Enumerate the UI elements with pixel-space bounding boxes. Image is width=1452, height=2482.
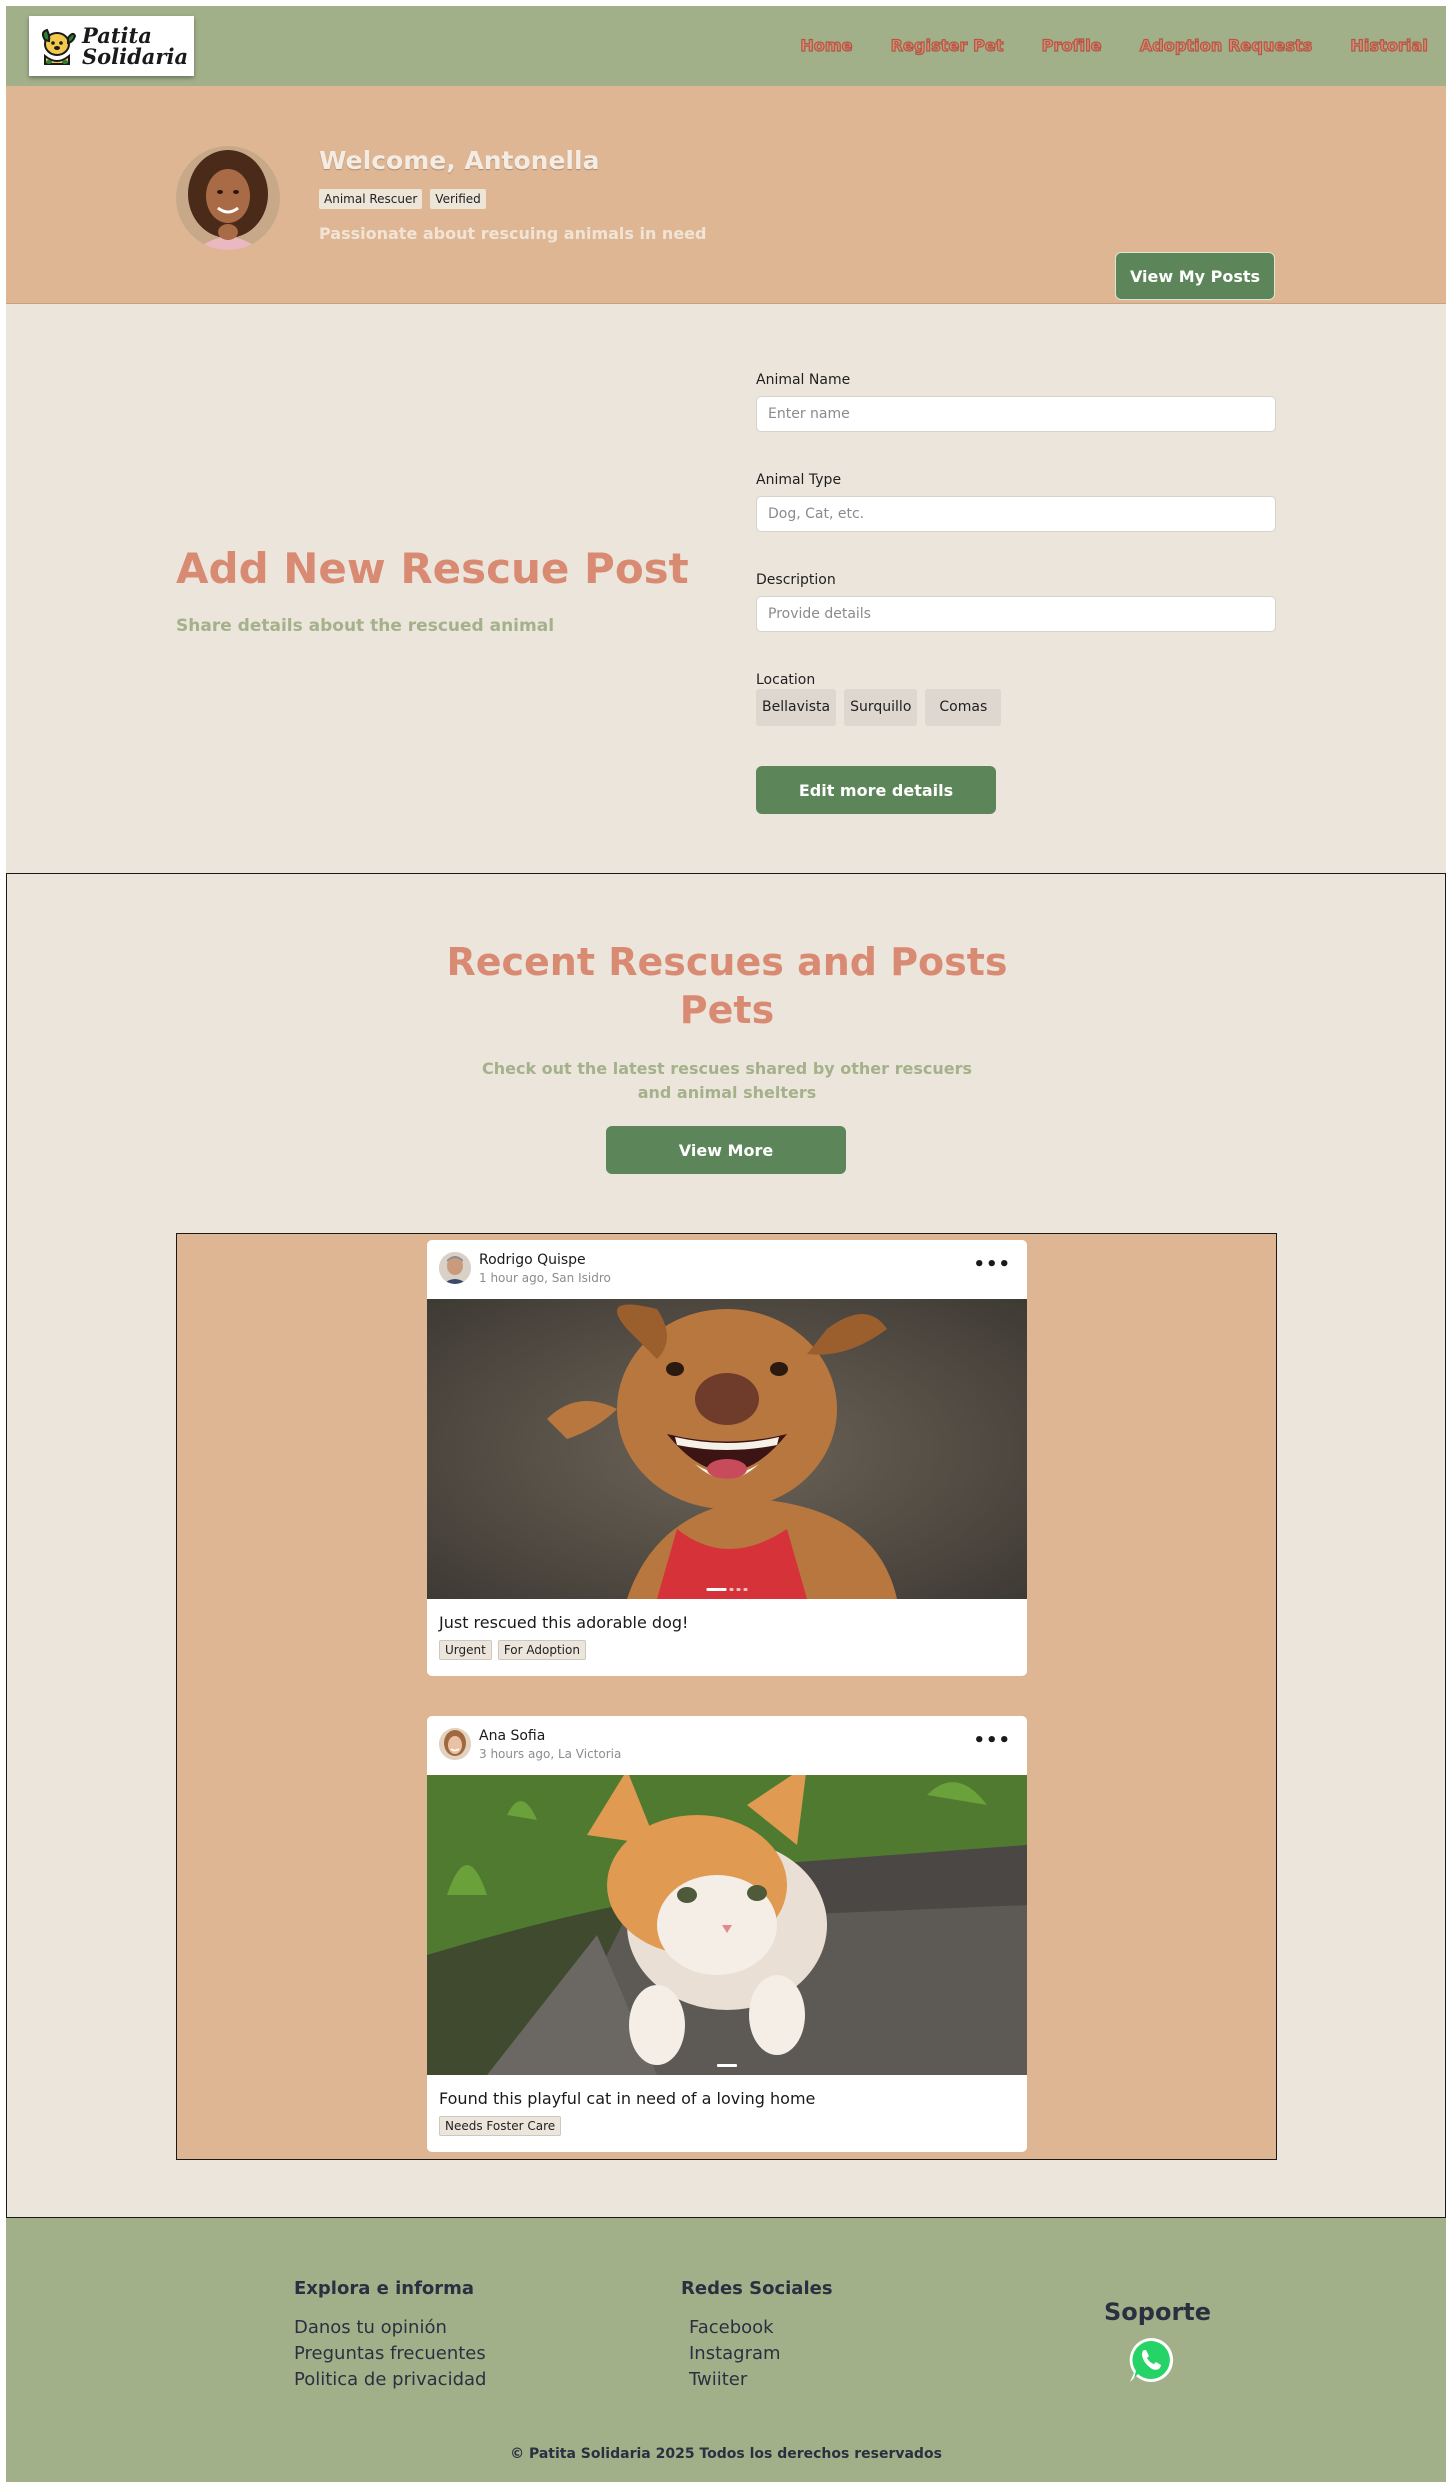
support-heading: Soporte [1104, 2298, 1212, 2326]
author-avatar[interactable] [439, 1728, 471, 1760]
carousel-dot[interactable] [736, 1588, 741, 1591]
location-label: Location [756, 672, 816, 688]
nav-adoption-requests-link[interactable]: Adoption Requests [1139, 35, 1313, 55]
post-card: Rodrigo Quispe 1 hour ago, San Isidro ••… [427, 1240, 1027, 1676]
post-tags: Urgent For Adoption [427, 1632, 1027, 1670]
recent-subtitle: Check out the latest rescues shared by o… [481, 1059, 973, 1102]
location-chip-surquillo[interactable]: Surquillo [844, 689, 918, 726]
brand-name-line2: Solidaria [82, 44, 189, 69]
page: Patita Solidaria Home Register Pet Profi… [6, 6, 1446, 2482]
view-more-button[interactable]: View More [606, 1126, 846, 1174]
recent-rescues-section: Recent Rescues and Posts Pets Check out … [6, 873, 1446, 2218]
post-meta: 1 hour ago, San Isidro [479, 1271, 611, 1285]
nav-historial-link[interactable]: Historial [1350, 35, 1429, 55]
brand-name-line1: Patita [82, 23, 152, 48]
whatsapp-icon[interactable] [1126, 2335, 1176, 2385]
footer-twitter-link[interactable]: Twiiter [681, 2367, 833, 2393]
carousel-dots[interactable] [717, 2064, 737, 2067]
verified-badge: Verified [430, 189, 486, 209]
dog-photo [427, 1299, 1027, 1599]
top-navbar: Patita Solidaria Home Register Pet Profi… [6, 6, 1446, 86]
footer-explore-heading: Explora e informa [294, 2278, 475, 2299]
post-image-dog[interactable] [427, 1299, 1027, 1599]
more-options-icon[interactable]: ••• [973, 1732, 1011, 1750]
brand-logo[interactable]: Patita Solidaria [29, 16, 194, 76]
nav-profile-link[interactable]: Profile [1041, 35, 1102, 55]
carousel-dot[interactable] [717, 2064, 737, 2067]
tag-for-adoption: For Adoption [497, 1640, 586, 1660]
nav-register-pet-link[interactable]: Register Pet [890, 35, 1004, 55]
role-badge: Animal Rescuer [319, 189, 423, 209]
animal-type-input[interactable] [756, 496, 1276, 532]
post-header: Ana Sofia 3 hours ago, La Victoria ••• [427, 1716, 1027, 1775]
post-author-name[interactable]: Rodrigo Quispe [479, 1252, 586, 1268]
footer-social-column: Redes Sociales Facebook Instagram Twiite… [681, 2278, 833, 2393]
brand-name: Patita Solidaria [82, 25, 188, 67]
post-caption: Found this playful cat in need of a lovi… [439, 2089, 816, 2108]
carousel-dot[interactable] [743, 1588, 748, 1591]
footer-explore-column: Explora e informa Danos tu opinión Pregu… [294, 2278, 486, 2393]
kitten-photo [427, 1775, 1027, 2075]
footer-facebook-link[interactable]: Facebook [681, 2315, 833, 2341]
dog-logo-icon [41, 28, 77, 65]
post-header: Rodrigo Quispe 1 hour ago, San Isidro ••… [427, 1240, 1027, 1299]
add-post-section: Add New Rescue Post Share details about … [6, 304, 1446, 873]
animal-name-input[interactable] [756, 396, 1276, 432]
nav-links: Home Register Pet Profile Adoption Reque… [800, 35, 1429, 55]
footer-social-heading: Redes Sociales [681, 2278, 833, 2299]
animal-type-label: Animal Type [756, 472, 842, 488]
user-badges: Animal Rescuer Verified [319, 189, 486, 209]
welcome-banner: Welcome, Antonella Animal Rescuer Verifi… [6, 86, 1446, 304]
add-post-subtitle: Share details about the rescued animal [176, 616, 555, 636]
post-image-kitten[interactable] [427, 1775, 1027, 2075]
post-caption: Just rescued this adorable dog! [439, 1613, 689, 1632]
location-options: Bellavista Surquillo Comas [756, 689, 1002, 726]
footer-faq-link[interactable]: Preguntas frecuentes [294, 2341, 486, 2367]
footer-privacy-link[interactable]: Politica de privacidad [294, 2367, 486, 2393]
location-chip-comas[interactable]: Comas [925, 689, 1002, 726]
post-card: Ana Sofia 3 hours ago, La Victoria ••• F… [427, 1716, 1027, 2152]
footer-feedback-link[interactable]: Danos tu opinión [294, 2315, 486, 2341]
nav-home-link[interactable]: Home [800, 35, 853, 55]
post-author-name[interactable]: Ana Sofia [479, 1728, 545, 1744]
carousel-dots[interactable] [706, 1588, 748, 1591]
tag-needs-foster-care: Needs Foster Care [439, 2116, 562, 2136]
recent-title: Recent Rescues and Posts Pets [446, 940, 1008, 1032]
description-input[interactable] [756, 596, 1276, 632]
carousel-dot[interactable] [706, 1588, 727, 1591]
user-avatar-photo [176, 146, 280, 250]
footer-instagram-link[interactable]: Instagram [681, 2341, 833, 2367]
description-label: Description [756, 572, 836, 588]
carousel-dot[interactable] [729, 1588, 734, 1591]
post-meta: 3 hours ago, La Victoria [479, 1747, 622, 1761]
post-tags: Needs Foster Care [427, 2108, 1027, 2146]
edit-more-details-button[interactable]: Edit more details [756, 766, 996, 814]
add-post-title: Add New Rescue Post [176, 544, 689, 593]
copyright-text: © Patita Solidaria 2025 Todos los derech… [510, 2446, 942, 2462]
view-my-posts-button[interactable]: View My Posts [1115, 252, 1275, 300]
welcome-title: Welcome, Antonella [319, 146, 600, 175]
animal-name-label: Animal Name [756, 372, 851, 388]
site-footer: Explora e informa Danos tu opinión Pregu… [6, 2218, 1446, 2482]
location-chip-bellavista[interactable]: Bellavista [756, 689, 837, 726]
user-avatar[interactable] [176, 146, 280, 250]
posts-feed: Rodrigo Quispe 1 hour ago, San Isidro ••… [176, 1233, 1277, 2160]
more-options-icon[interactable]: ••• [973, 1256, 1011, 1274]
tag-urgent: Urgent [439, 1640, 492, 1660]
author-avatar[interactable] [439, 1252, 471, 1284]
welcome-subtitle: Passionate about rescuing animals in nee… [319, 224, 707, 243]
